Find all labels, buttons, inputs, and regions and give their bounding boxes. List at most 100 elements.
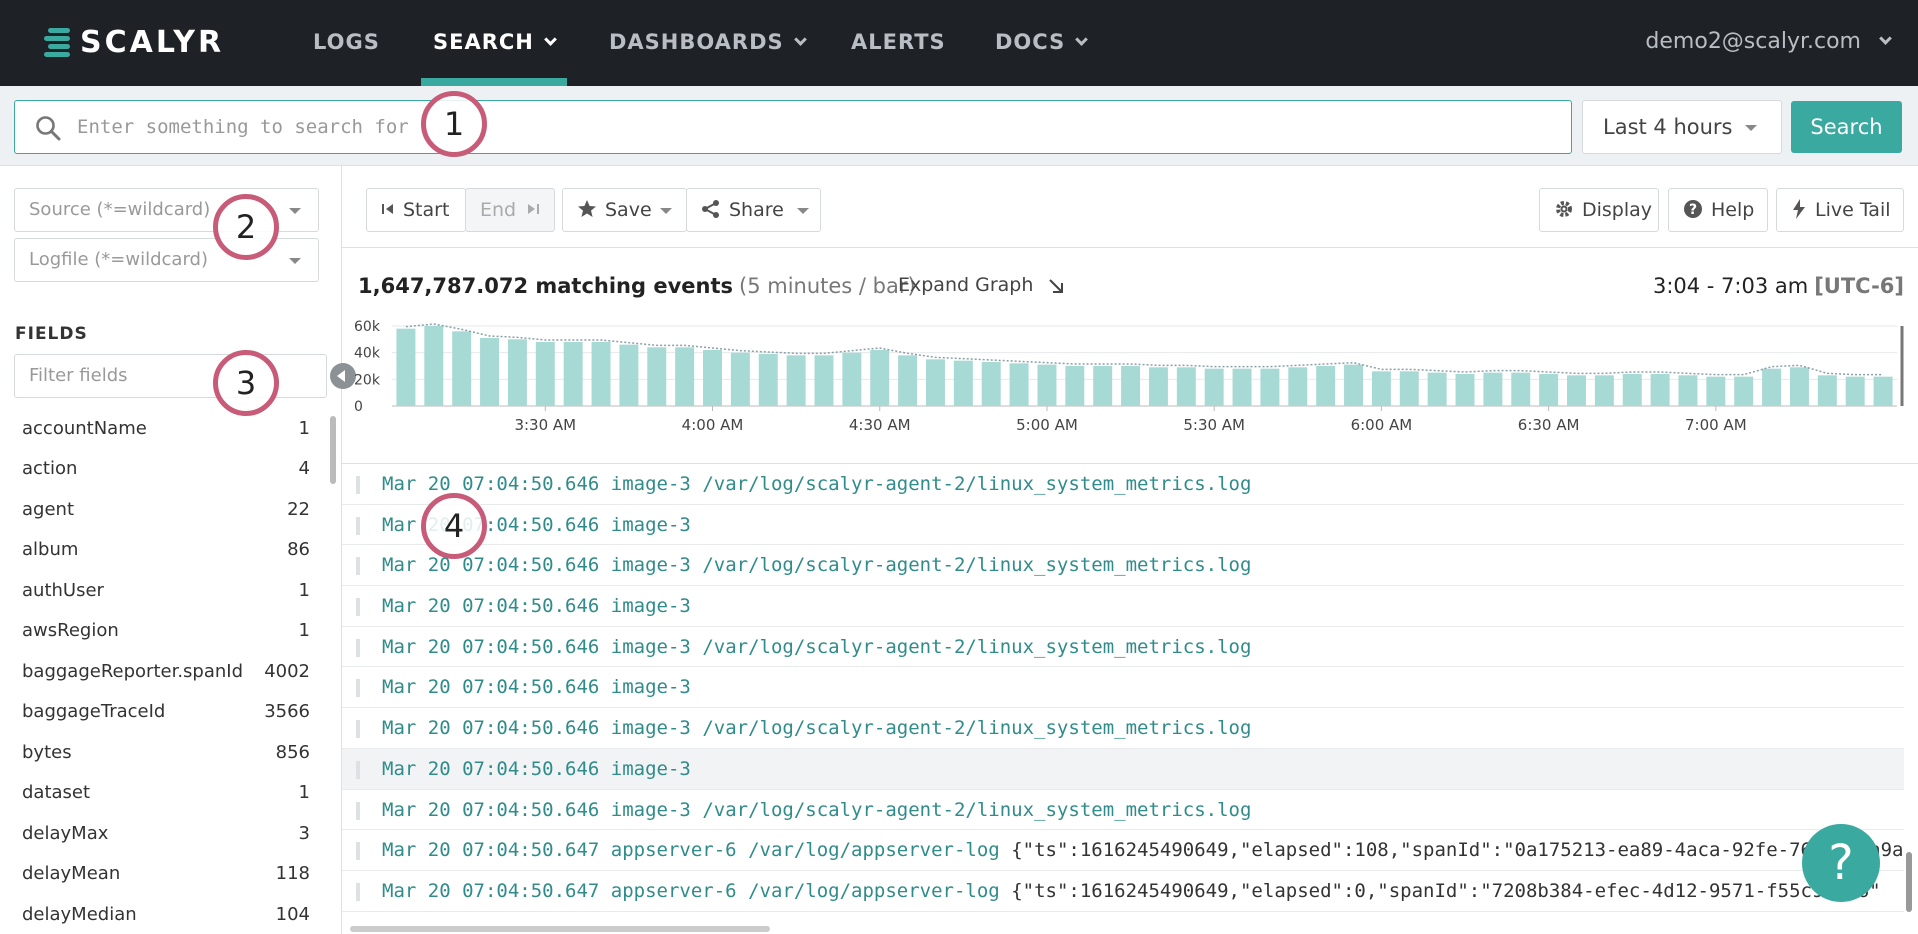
log-file: /var/log/scalyr-agent-2/linux_system_met… xyxy=(702,635,1252,658)
log-row[interactable]: Mar 20 07:04:50.647 appserver-6 /var/log… xyxy=(342,830,1904,871)
annotation-marker: 1 xyxy=(421,91,487,157)
field-item[interactable]: baggageReporter.spanId 4002 xyxy=(0,651,330,692)
field-item[interactable]: delayMean 118 xyxy=(0,854,330,895)
chart-bar xyxy=(452,331,472,406)
share-icon xyxy=(702,199,719,218)
field-item[interactable]: baggageTraceId 3566 xyxy=(0,692,330,733)
chart-bar xyxy=(396,328,416,406)
chart-bar xyxy=(1260,368,1280,406)
field-item[interactable]: album 86 xyxy=(0,530,330,571)
log-ts: Mar 20 07:04:50.646 xyxy=(382,473,600,495)
share-button[interactable]: Share xyxy=(686,188,821,232)
nav-docs[interactable]: DOCS xyxy=(995,0,1089,86)
save-button[interactable]: Save xyxy=(562,188,687,232)
vertical-scrollbar[interactable] xyxy=(1906,852,1912,912)
field-item[interactable]: delayMedian 104 xyxy=(0,894,330,934)
chart-bar xyxy=(1567,375,1586,406)
log-row[interactable]: Mar 20 07:04:50.646 image-3 /var/log/sca… xyxy=(342,790,1904,831)
chart-bar xyxy=(898,355,918,406)
logo-text: SCALYR xyxy=(80,24,225,60)
caret-down-icon xyxy=(289,258,301,264)
search-icon xyxy=(36,116,61,141)
chart-bar xyxy=(424,326,444,406)
log-row[interactable]: Mar 20 07:04:50.646 image-3 xyxy=(342,667,1904,709)
top-nav: SCALYR LOGS SEARCH DASHBOARDS ALERTS DOC… xyxy=(0,0,1918,86)
log-row[interactable]: Mar 20 07:04:50.646 image-3 /var/log/sca… xyxy=(342,627,1904,668)
log-file: /var/log/appserver-log xyxy=(748,879,1000,902)
chart-bar xyxy=(1650,374,1670,406)
y-tick-label: 60k xyxy=(354,319,381,335)
log-ts: Mar 20 07:04:50.646 xyxy=(382,757,600,780)
time-range-select[interactable]: Last 4 hours xyxy=(1582,100,1782,154)
x-tick-label: 5:00 AM xyxy=(1016,416,1078,434)
horizontal-scrollbar[interactable] xyxy=(350,926,770,932)
field-item[interactable]: bytes 856 xyxy=(0,732,330,773)
fields-title: FIELDS xyxy=(15,324,88,344)
help-button[interactable]: ? Help xyxy=(1668,188,1768,232)
chart-bar xyxy=(758,354,778,406)
chart-bar xyxy=(563,342,583,406)
display-button[interactable]: Display xyxy=(1539,188,1659,232)
log-row[interactable]: Mar 20 07:04:50.646 image-3 xyxy=(342,505,1904,546)
live-tail-button[interactable]: Live Tail xyxy=(1776,188,1904,232)
help-fab-button[interactable]: ? xyxy=(1802,824,1880,902)
user-menu[interactable]: demo2@scalyr.com xyxy=(1645,0,1892,86)
nav-search[interactable]: SEARCH xyxy=(421,0,567,86)
log-host: image-3 xyxy=(610,513,691,536)
field-item[interactable]: awsRegion 1 xyxy=(0,611,330,652)
search-box[interactable] xyxy=(14,100,1572,154)
chart-bar xyxy=(1789,367,1809,406)
log-row[interactable]: Mar 20 07:04:50.646 image-3 xyxy=(342,586,1904,627)
nav-logs[interactable]: LOGS xyxy=(313,0,380,86)
field-item[interactable]: action 4 xyxy=(0,449,330,490)
x-tick-label: 4:30 AM xyxy=(849,416,911,434)
arrow-down-right-icon xyxy=(1049,278,1064,293)
x-tick-label: 5:30 AM xyxy=(1183,416,1245,434)
chart-bar xyxy=(675,347,695,406)
expand-graph-link[interactable]: Expand Graph xyxy=(898,274,1065,296)
log-host: image-3 xyxy=(610,717,691,740)
chart-bar xyxy=(507,339,527,406)
log-ts: Mar 20 07:04:50.646 xyxy=(382,798,600,821)
log-list: Mar 20 07:04:50.646 image-3 /var/log/sca… xyxy=(342,464,1904,924)
start-button[interactable]: Start xyxy=(366,188,466,232)
log-host: image-3 xyxy=(610,757,691,780)
caret-down-icon xyxy=(289,208,301,214)
search-button[interactable]: Search xyxy=(1791,101,1902,153)
chart-bar xyxy=(1065,366,1085,406)
log-row[interactable]: Mar 20 07:04:50.646 image-3 /var/log/sca… xyxy=(342,464,1904,505)
log-file: /var/log/scalyr-agent-2/linux_system_met… xyxy=(702,717,1252,740)
chart-bar xyxy=(1594,375,1614,406)
field-item[interactable]: accountName 1 xyxy=(0,408,330,449)
chart-bar xyxy=(703,350,722,406)
field-item[interactable]: agent 22 xyxy=(0,489,330,530)
field-item[interactable]: authUser 1 xyxy=(0,570,330,611)
svg-text:?: ? xyxy=(1689,202,1697,218)
log-row[interactable]: Mar 20 07:04:50.649 appserver-6 /var/log… xyxy=(342,912,1904,924)
field-item[interactable]: delayMax 3 xyxy=(0,813,330,854)
nav-dashboards[interactable]: DASHBOARDS xyxy=(609,0,807,86)
x-tick-label: 4:00 AM xyxy=(682,416,744,434)
lightning-icon xyxy=(1793,198,1805,219)
question-icon: ? xyxy=(1684,199,1702,218)
x-tick-label: 7:00 AM xyxy=(1685,416,1747,434)
sidebar-scrollbar[interactable] xyxy=(330,416,336,484)
scalyr-logo[interactable]: SCALYR xyxy=(44,24,224,60)
log-row[interactable]: Mar 20 07:04:50.647 appserver-6 /var/log… xyxy=(342,871,1904,912)
annotation-marker: 4 xyxy=(421,493,487,559)
field-item[interactable]: dataset 1 xyxy=(0,773,330,814)
end-button[interactable]: End xyxy=(465,188,555,232)
chart-bar xyxy=(1762,368,1782,406)
filter-fields-input[interactable]: Filter fields xyxy=(14,354,327,398)
log-row[interactable]: Mar 20 07:04:50.646 image-3 /var/log/sca… xyxy=(342,708,1904,749)
y-tick-label: 20k xyxy=(354,372,381,388)
log-row[interactable]: Mar 20 07:04:50.646 image-3 /var/log/sca… xyxy=(342,545,1904,587)
nav-alerts[interactable]: ALERTS xyxy=(851,0,946,86)
log-host: image-3 xyxy=(610,635,691,658)
event-histogram[interactable]: 60k 40k 20k 0 3:30 AM 4:00 AM 4:30 AM 5:00 AM 5:… xyxy=(342,314,1918,464)
log-host: appserver-6 xyxy=(610,839,737,862)
log-message: 20/Mar/2021:13:04:50.649 +0000 QUERY (My… xyxy=(1011,921,1892,924)
timezone: [UTC-6] xyxy=(1814,274,1904,298)
search-input[interactable] xyxy=(77,101,1557,153)
log-row[interactable]: Mar 20 07:04:50.646 image-3 xyxy=(342,748,1904,790)
